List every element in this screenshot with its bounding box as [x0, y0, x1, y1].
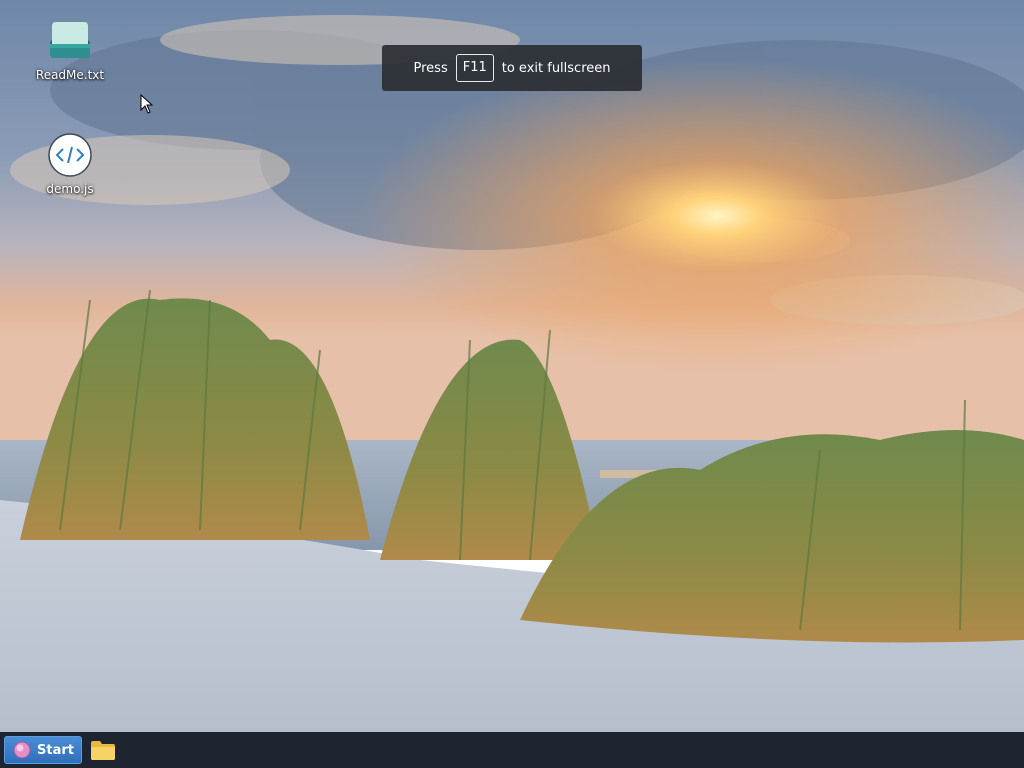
desktop-icon-label: demo.js — [46, 182, 94, 196]
f11-key-badge: F11 — [455, 54, 494, 82]
mouse-cursor-icon — [140, 94, 154, 114]
start-button[interactable]: Start — [4, 736, 82, 764]
fullscreen-notice: Press F11 to exit fullscreen — [382, 45, 642, 91]
fullscreen-notice-prefix: Press — [413, 60, 448, 76]
folder-icon[interactable] — [90, 739, 116, 761]
start-label: Start — [37, 742, 74, 758]
taskbar: Start — [0, 732, 1024, 768]
text-file-icon — [50, 22, 90, 58]
fullscreen-notice-suffix: to exit fullscreen — [501, 60, 611, 76]
start-orb-icon — [13, 741, 31, 759]
desktop-icon-label: ReadMe.txt — [35, 68, 105, 82]
desktop-icon-demo-js[interactable]: demo.js — [30, 132, 110, 196]
code-file-icon — [48, 133, 92, 177]
desktop[interactable]: ReadMe.txt demo.js Press F11 to exit ful… — [0, 0, 1024, 732]
desktop-icon-readme[interactable]: ReadMe.txt — [30, 18, 110, 82]
